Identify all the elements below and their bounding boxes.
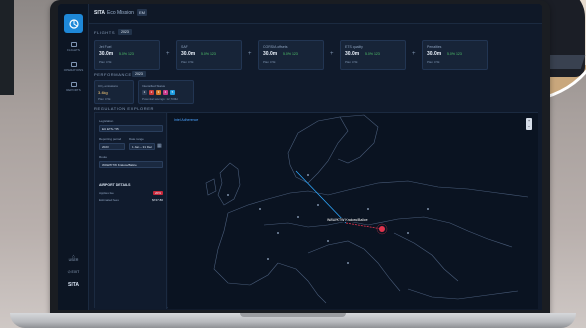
kpi-value: 30.0m	[181, 51, 196, 57]
selected-airport-marker[interactable]	[379, 226, 385, 232]
explorer-section-title: REGULATION EXPLORER	[94, 106, 155, 111]
laptop-notch	[240, 313, 346, 317]
list-icon	[70, 62, 77, 67]
kpi-value: 30.0m	[427, 51, 442, 57]
map-legend-label[interactable]: Intel Adherence	[174, 118, 198, 122]
plus-icon: +	[330, 51, 334, 57]
detail-value: $727.80	[152, 198, 163, 202]
sidebar-brand: SITA	[67, 282, 80, 288]
regulation-select[interactable]: EU ETS / 55	[99, 125, 163, 132]
kpi-card[interactable]: Penalties 30.0m 5.0% 123 Plan 3.5k	[422, 40, 488, 70]
kpi-card[interactable]: Jet Fuel 30.0m 5.0% 123 Plan 3.5k	[94, 40, 160, 70]
laptop-screen: FLIGHTS OPERATIONS REPORTS △ USER ⏻ EXIT…	[58, 4, 542, 310]
route-segment	[295, 170, 347, 224]
kpi-sub: Plan 3.5k	[263, 60, 276, 64]
kpi-card[interactable]: CORSIA offsets 30.0m 5.0% 123 Plan 3.5k	[258, 40, 324, 70]
status-sub: Potential savings: 12,700kt	[142, 97, 178, 101]
flights-year-pill[interactable]: 2023	[118, 29, 132, 35]
airport-details: AIRPORT DETAILS Applies fee 20% Estimate…	[99, 183, 163, 207]
reporting-period-select[interactable]: 2023	[99, 143, 125, 150]
plane-icon	[70, 42, 77, 47]
kpi-label: Penalties	[427, 45, 442, 49]
kpi-value: 30.0m	[345, 51, 360, 57]
kpi-card[interactable]: ETS quality 30.0m 5.0% 123 Plan 3.5k	[340, 40, 406, 70]
kpi-label: SAF	[181, 45, 188, 49]
status-square[interactable]: 5	[170, 90, 175, 95]
airport-pin-label: WAW/KTW Krakow/Balice	[326, 218, 369, 222]
reporting-period-label: Reporting period	[99, 137, 122, 141]
app-logo-icon[interactable]	[64, 14, 83, 33]
user-label: USER	[68, 258, 79, 262]
plus-icon: +	[412, 51, 416, 57]
regulation-label: Legislation	[99, 119, 114, 123]
performance-section-title: PERFORMANCE	[94, 72, 132, 77]
brand-name: SITA	[94, 10, 106, 16]
chart-icon	[70, 82, 77, 87]
flights-kpi-row: Jet Fuel 30.0m 5.0% 123 Plan 3.5k + SAF …	[94, 40, 538, 70]
kpi-label: ETS quality	[345, 45, 363, 49]
kpi-delta: 5.0% 123	[201, 52, 216, 56]
status-square[interactable]: 3	[156, 90, 161, 95]
plus-icon: +	[248, 51, 252, 57]
europe-map[interactable]: Intel Adherence + − WAW/KTW Krakow/Balice	[168, 113, 538, 309]
status-card[interactable]: Intensified Status 1 2 3 4 5 Potential s…	[138, 80, 194, 104]
emissions-sub: Plan 3.5k	[98, 97, 111, 101]
sidebar-item-label: OPERATIONS	[63, 68, 84, 72]
sidebar-item-reports[interactable]: REPORTS	[58, 82, 89, 92]
kpi-sub: Plan 3.5k	[345, 60, 358, 64]
emissions-card[interactable]: CO₂ emissions 3.4kg Plan 3.5k	[94, 80, 134, 104]
emissions-value: 3.4kg	[98, 90, 108, 95]
flights-section-title: FLIGHTS	[94, 30, 116, 35]
kpi-value: 30.0m	[99, 51, 114, 57]
status-square[interactable]: 2	[149, 90, 154, 95]
filters-panel: Legislation EU ETS / 55 Reporting period…	[95, 113, 167, 309]
sidebar: FLIGHTS OPERATIONS REPORTS △ USER ⏻ EXIT…	[58, 4, 89, 310]
detail-row: Estimated fees $727.80	[99, 198, 163, 202]
sidebar-item-label: REPORTS	[66, 88, 81, 92]
regulation-explorer-panel: Legislation EU ETS / 55 Reporting period…	[94, 112, 538, 309]
route-select[interactable]: WAW/KTW Krakow/Balice	[99, 161, 163, 168]
calendar-icon[interactable]: ▦	[157, 143, 162, 149]
status-square[interactable]: 4	[163, 90, 168, 95]
kpi-sub: Plan 3.5k	[99, 60, 112, 64]
status-label: Intensified Status	[142, 84, 166, 88]
kpi-value: 30.0m	[263, 51, 278, 57]
kpi-card[interactable]: SAF 30.0m 5.0% 123 Plan 3.5k	[176, 40, 242, 70]
app-title: Eco Mission	[107, 10, 134, 16]
plus-icon: +	[166, 51, 170, 57]
sidebar-user[interactable]: △ USER	[58, 254, 89, 262]
kpi-delta: 5.0% 123	[447, 52, 462, 56]
emissions-label: CO₂ emissions	[98, 84, 118, 88]
kpi-delta: 5.0% 123	[365, 52, 380, 56]
map-outline	[205, 114, 529, 304]
kpi-delta: 5.0% 123	[283, 52, 298, 56]
zoom-control[interactable]: + −	[526, 118, 532, 130]
kpi-delta: 5.0% 123	[119, 52, 134, 56]
performance-year-pill[interactable]: 2023	[132, 71, 146, 77]
kpi-label: Jet Fuel	[99, 45, 112, 49]
date-range-label: Date range	[129, 137, 144, 141]
route-label: Route	[99, 155, 108, 159]
airport-details-title: AIRPORT DETAILS	[99, 183, 131, 187]
status-square[interactable]: 1	[142, 90, 147, 95]
detail-value: 20%	[152, 191, 163, 195]
detail-label: Applies fee	[99, 191, 114, 195]
sidebar-item-flights[interactable]: FLIGHTS	[58, 42, 89, 52]
sidebar-item-operations[interactable]: OPERATIONS	[58, 62, 89, 72]
top-bar: SITA Eco Mission EM	[89, 4, 542, 24]
exit-label: EXIT	[71, 270, 80, 274]
app-tag[interactable]: EM	[137, 9, 147, 16]
kpi-sub: Plan 3.5k	[181, 60, 194, 64]
sidebar-item-label: FLIGHTS	[67, 48, 80, 52]
kpi-sub: Plan 3.5k	[427, 60, 440, 64]
detail-label: Estimated fees	[99, 198, 119, 202]
detail-row: Applies fee 20%	[99, 191, 163, 195]
kpi-label: CORSIA offsets	[263, 45, 288, 49]
sidebar-exit[interactable]: ⏻ EXIT	[58, 270, 89, 274]
background-device-edge	[0, 0, 14, 95]
date-range-input[interactable]: 1 Jan – 31 Dec	[129, 143, 155, 150]
performance-row: CO₂ emissions 3.4kg Plan 3.5k Intensifie…	[94, 80, 216, 104]
